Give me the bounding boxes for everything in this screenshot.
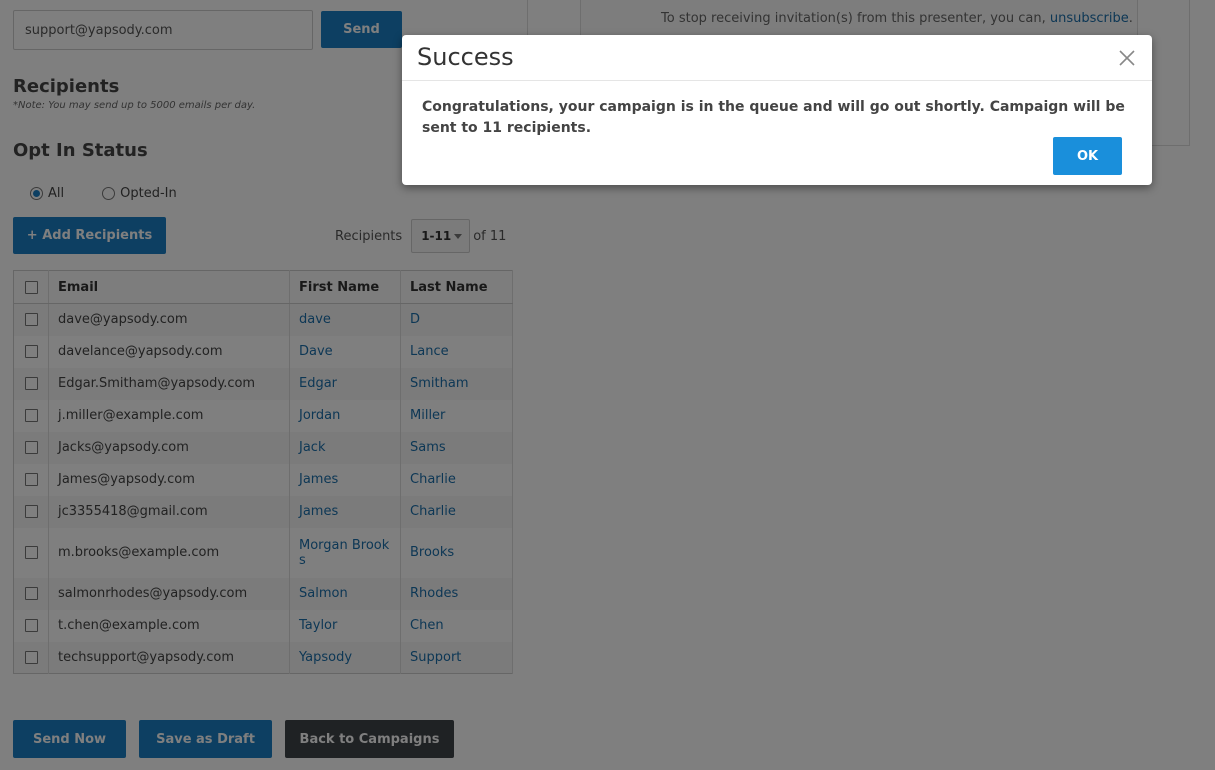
success-modal: Success Congratulations, your campaign i…	[402, 35, 1152, 185]
modal-title: Success	[417, 43, 514, 71]
close-button[interactable]	[1118, 48, 1138, 68]
ok-button[interactable]: OK	[1053, 137, 1122, 175]
close-icon	[1119, 50, 1135, 66]
modal-message: Congratulations, your campaign is in the…	[422, 99, 1125, 136]
modal-header: Success	[402, 35, 1152, 81]
